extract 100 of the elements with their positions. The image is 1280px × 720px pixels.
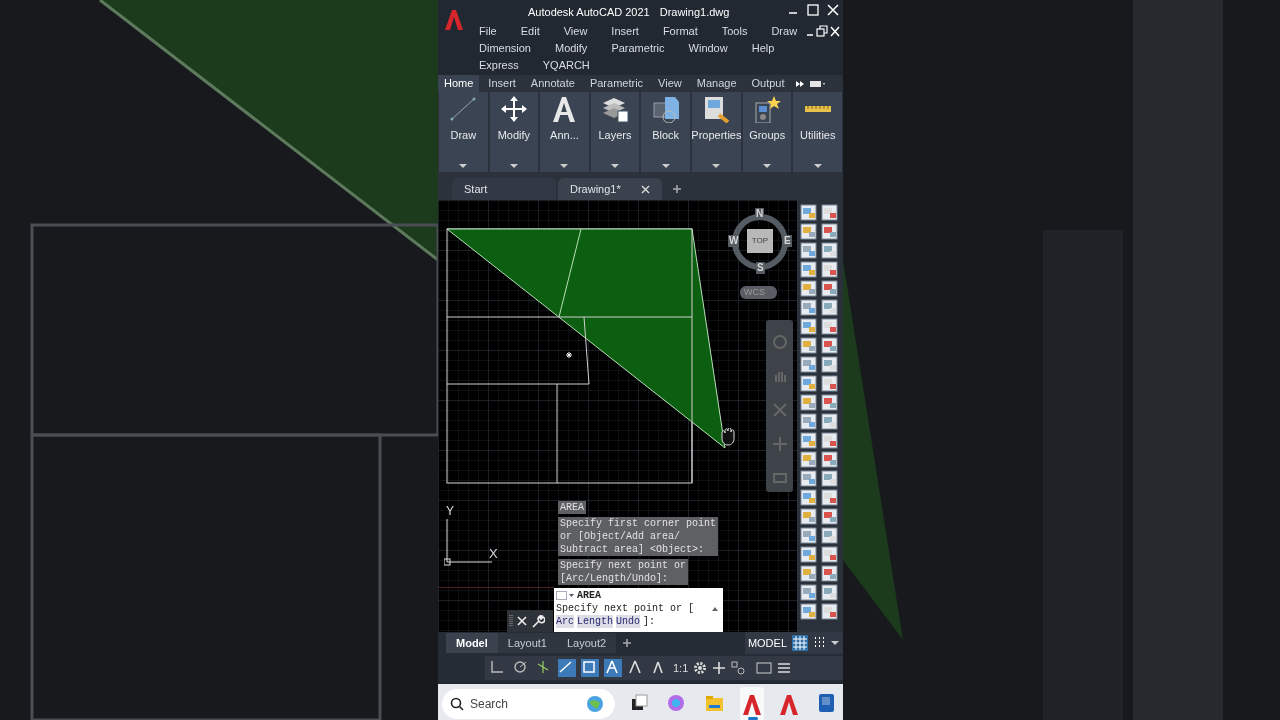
menu-item[interactable]: Tools: [718, 24, 751, 39]
ribbon-tab[interactable]: Output: [745, 75, 791, 92]
menu-icon[interactable]: [777, 661, 792, 675]
tool-palette-icon[interactable]: [821, 451, 838, 468]
compass-letter[interactable]: E: [783, 235, 792, 247]
maximize-icon[interactable]: [805, 3, 821, 17]
menu-item[interactable]: Insert: [608, 24, 642, 39]
command-option-link[interactable]: Length: [577, 615, 614, 628]
tool-palette-icon[interactable]: [800, 299, 817, 316]
tool-palette-icon[interactable]: [821, 470, 838, 487]
compass-letter[interactable]: W: [728, 235, 740, 247]
fullscreen-icon[interactable]: [756, 661, 773, 675]
tool-palette-icon[interactable]: [800, 413, 817, 430]
tool-palette-icon[interactable]: [800, 527, 817, 544]
close-icon[interactable]: [517, 616, 527, 626]
menu-item[interactable]: Dimension: [476, 41, 534, 56]
tool-palette-icon[interactable]: [821, 204, 838, 221]
ribbon-panel-button[interactable]: Utilities: [793, 92, 843, 172]
add-tab-icon[interactable]: [672, 184, 682, 194]
dropdown-icon[interactable]: [808, 78, 827, 89]
tool-palette-icon[interactable]: [800, 432, 817, 449]
otrack-toggle-icon[interactable]: [558, 659, 576, 677]
tool-palette-icon[interactable]: [821, 394, 838, 411]
tool-palette-icon[interactable]: [800, 375, 817, 392]
tool-palette-icon[interactable]: [821, 242, 838, 259]
search-field[interactable]: Search: [442, 689, 615, 719]
annotation-scale-button[interactable]: 1:1: [673, 659, 689, 677]
menu-item[interactable]: Express: [476, 58, 522, 73]
more-tabs-icon[interactable]: [794, 78, 805, 89]
tool-palette-icon[interactable]: [821, 584, 838, 601]
ribbon-tab[interactable]: Parametric: [583, 75, 650, 92]
close-icon[interactable]: [829, 24, 841, 38]
ribbon-panel-button[interactable]: Layers: [590, 92, 640, 172]
tool-palette-icon[interactable]: [821, 356, 838, 373]
tool-palette-icon[interactable]: [821, 413, 838, 430]
tool-palette-icon[interactable]: [821, 318, 838, 335]
tool-palette-icon[interactable]: [821, 565, 838, 582]
ribbon-panel-button[interactable]: Modify: [489, 92, 539, 172]
tool-palette-icon[interactable]: [800, 280, 817, 297]
ribbon-tab[interactable]: Annotate: [524, 75, 581, 92]
tool-palette-icon[interactable]: [800, 489, 817, 506]
tool-palette-icon[interactable]: [821, 508, 838, 525]
tool-palette-icon[interactable]: [800, 204, 817, 221]
menu-item[interactable]: Draw: [768, 24, 801, 39]
close-icon[interactable]: [825, 3, 841, 17]
wrench-icon[interactable]: [531, 614, 545, 628]
ribbon-tab[interactable]: Insert: [482, 75, 522, 92]
menu-item[interactable]: View: [560, 24, 591, 39]
viewcube-top-face[interactable]: TOP: [747, 229, 773, 253]
compass-letter[interactable]: N: [755, 208, 765, 220]
menu-item[interactable]: YQARCH: [539, 58, 593, 73]
tool-palette-icon[interactable]: [800, 470, 817, 487]
tool-palette-icon[interactable]: [800, 584, 817, 601]
tool-palette-icon[interactable]: [800, 565, 817, 582]
compass-letter[interactable]: S: [756, 262, 765, 274]
shapes-icon[interactable]: [731, 661, 746, 675]
command-option-link[interactable]: Arc: [556, 615, 574, 628]
tool-palette-icon[interactable]: [800, 603, 817, 620]
menu-item[interactable]: Edit: [517, 24, 543, 39]
tool-palette-icon[interactable]: [821, 375, 838, 392]
tool-palette-icon[interactable]: [800, 261, 817, 278]
tool-palette-icon[interactable]: [821, 299, 838, 316]
tool-palette-icon[interactable]: [800, 546, 817, 563]
caret-icon[interactable]: [830, 639, 840, 647]
ribbon-tab[interactable]: Home: [438, 75, 480, 92]
layout-tab[interactable]: Layout1: [497, 633, 557, 653]
layout-tab[interactable]: Model: [446, 633, 498, 653]
file-tab[interactable]: Drawing1*: [558, 178, 662, 200]
tool-palette-icon[interactable]: [800, 394, 817, 411]
menu-item[interactable]: Parametric: [608, 41, 668, 56]
command-line-field[interactable]: AREA Specify next point or [ Arc Length Undo ]:: [554, 588, 723, 632]
tool-palette-icon[interactable]: [821, 337, 838, 354]
ribbon-tab[interactable]: View: [652, 75, 688, 92]
ribbon-tab[interactable]: Manage: [690, 75, 743, 92]
tool-palette-icon[interactable]: [821, 527, 838, 544]
scroll-up-icon[interactable]: [711, 605, 719, 613]
plus-icon[interactable]: [712, 661, 727, 675]
restore-icon[interactable]: [816, 24, 828, 38]
gear-icon[interactable]: [693, 661, 708, 675]
tool-palette-icon[interactable]: [800, 242, 817, 259]
osnap-toggle-icon[interactable]: [581, 659, 599, 677]
command-option-link[interactable]: Undo: [616, 615, 641, 628]
ribbon-panel-button[interactable]: Properties: [691, 92, 741, 172]
tool-palette-icon[interactable]: [821, 280, 838, 297]
tool-palette-icon[interactable]: [821, 489, 838, 506]
tool-palette-icon[interactable]: [821, 261, 838, 278]
ribbon-panel-button[interactable]: Ann...: [540, 92, 589, 172]
tool-palette-icon[interactable]: [800, 508, 817, 525]
menu-item[interactable]: File: [476, 24, 500, 39]
tool-palette-icon[interactable]: [800, 451, 817, 468]
tool-palette-icon[interactable]: [800, 356, 817, 373]
menu-item[interactable]: Help: [748, 41, 778, 56]
ribbon-panel-button[interactable]: Groups: [742, 92, 792, 172]
tool-palette-icon[interactable]: [821, 603, 838, 620]
layout-tab[interactable]: Layout2: [556, 633, 617, 653]
file-tab[interactable]: Start: [452, 178, 556, 200]
tool-palette-icon[interactable]: [821, 546, 838, 563]
menu-item[interactable]: Modify: [551, 41, 591, 56]
ribbon-panel-button[interactable]: Block: [641, 92, 690, 172]
menu-item[interactable]: Format: [659, 24, 701, 39]
